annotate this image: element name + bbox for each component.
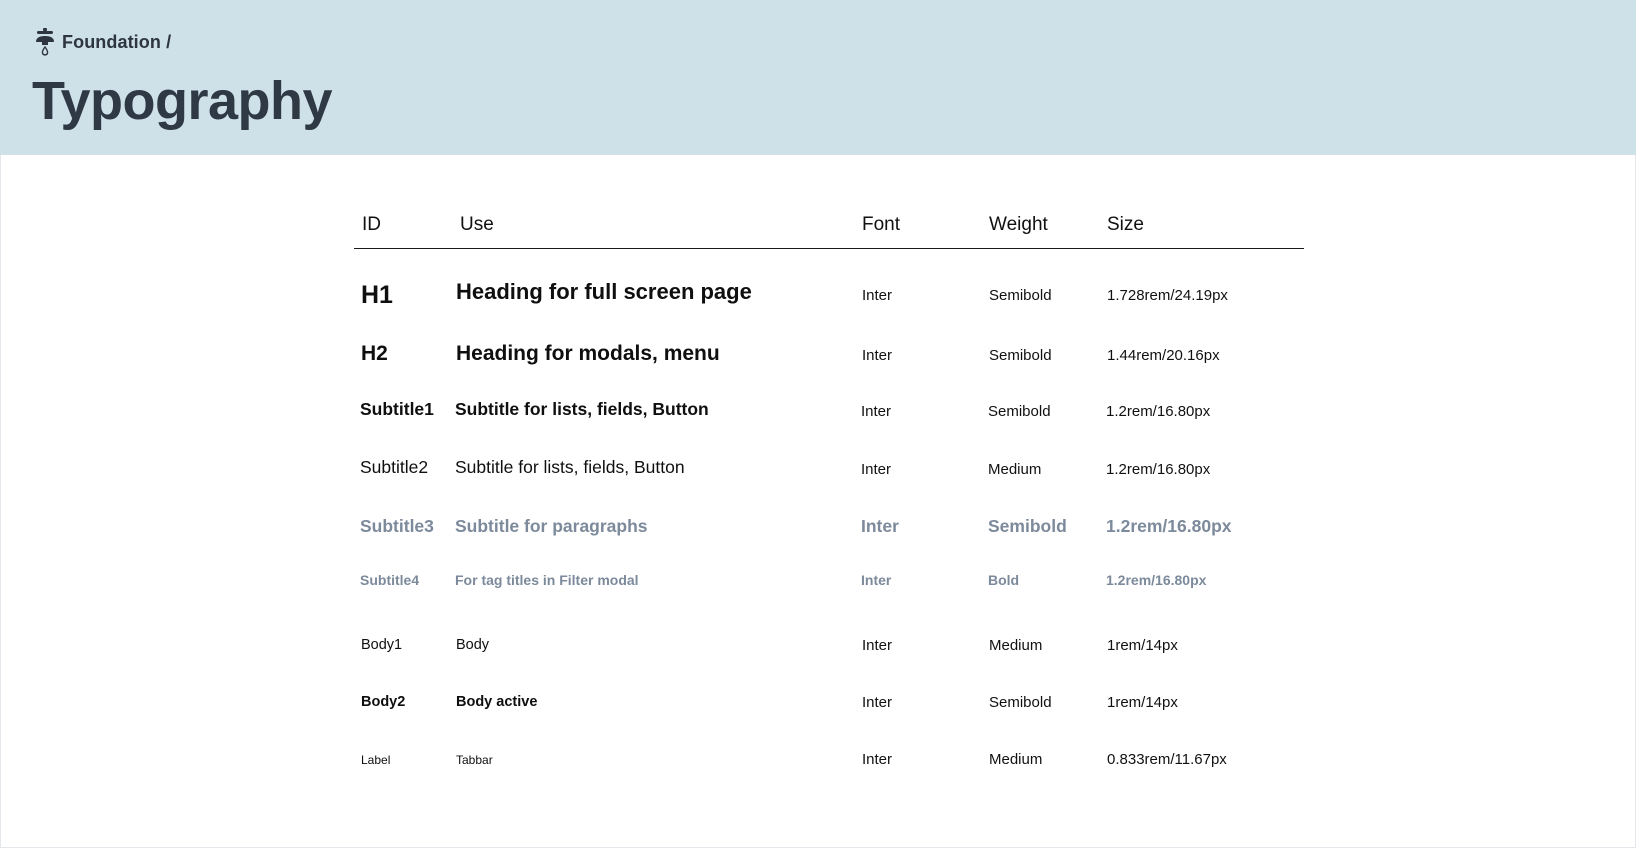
row-font: Inter — [861, 403, 892, 420]
row-weight: Semibold — [988, 516, 1067, 536]
row-weight: Semibold — [989, 347, 1052, 364]
row-size: 1.2rem/16.80px — [1106, 572, 1207, 588]
table-row: Subtitle3 Subtitle for paragraphs Inter … — [354, 516, 1304, 556]
table-row: Body2 Body active Inter Semibold 1rem/14… — [354, 694, 1304, 734]
row-id: Subtitle3 — [360, 516, 434, 536]
row-use: Tabbar — [456, 753, 493, 767]
row-id: H2 — [361, 342, 388, 365]
row-weight: Medium — [989, 751, 1043, 768]
row-weight: Semibold — [988, 403, 1051, 420]
row-weight: Medium — [989, 637, 1043, 654]
table-row: Subtitle4 For tag titles in Filter modal… — [354, 572, 1304, 612]
row-weight: Bold — [988, 572, 1020, 588]
table-row: Label Tabbar Inter Medium 0.833rem/11.67… — [354, 751, 1304, 791]
row-font: Inter — [862, 287, 893, 304]
row-font: Inter — [861, 461, 892, 478]
row-size: 1rem/14px — [1107, 694, 1178, 711]
page-header: Foundation / Typography — [0, 0, 1636, 155]
breadcrumb: Foundation / — [33, 28, 171, 56]
header-size: Size — [1107, 214, 1144, 235]
row-id: Subtitle4 — [360, 572, 420, 588]
row-id: H1 — [361, 281, 393, 309]
row-weight: Medium — [988, 461, 1042, 478]
row-font: Inter — [862, 347, 893, 364]
row-font: Inter — [862, 751, 893, 768]
table-row: Body1 Body Inter Medium 1rem/14px — [354, 637, 1304, 677]
row-use: Subtitle for lists, fields, Button — [455, 399, 709, 419]
row-size: 0.833rem/11.67px — [1107, 751, 1227, 768]
table-row: Subtitle1 Subtitle for lists, fields, Bu… — [354, 399, 1304, 439]
row-id: Subtitle2 — [360, 457, 429, 477]
row-font: Inter — [862, 694, 893, 711]
content-frame — [0, 155, 1636, 848]
header-weight: Weight — [989, 214, 1048, 235]
table-row: H2 Heading for modals, menu Inter Semibo… — [354, 342, 1304, 382]
row-use: For tag titles in Filter modal — [455, 572, 639, 588]
breadcrumb-foundation[interactable]: Foundation / — [62, 32, 171, 53]
row-size: 1rem/14px — [1107, 637, 1178, 654]
faucet-icon — [33, 28, 57, 56]
row-size: 1.2rem/16.80px — [1106, 403, 1211, 420]
row-id: Body1 — [361, 637, 403, 653]
header-font: Font — [862, 214, 901, 235]
typography-table: ID Use Font Weight Size H1 Heading for f… — [354, 208, 1304, 768]
row-id: Body2 — [361, 694, 406, 710]
row-weight: Semibold — [989, 287, 1052, 304]
row-size: 1.2rem/16.80px — [1106, 461, 1211, 478]
row-use: Body active — [456, 694, 538, 710]
row-font: Inter — [862, 637, 893, 654]
row-id: Label — [361, 753, 391, 767]
row-use: Subtitle for lists, fields, Button — [455, 457, 685, 477]
header-use: Use — [460, 214, 494, 235]
header-id: ID — [362, 214, 381, 235]
row-use: Body — [456, 637, 490, 653]
row-size: 1.2rem/16.80px — [1106, 516, 1232, 536]
row-weight: Semibold — [989, 694, 1052, 711]
table-row: H1 Heading for full screen page Inter Se… — [354, 279, 1304, 319]
row-font: Inter — [861, 572, 892, 588]
row-use: Heading for full screen page — [456, 279, 752, 304]
row-size: 1.44rem/20.16px — [1107, 347, 1220, 364]
table-header: ID Use Font Weight Size — [354, 208, 1304, 249]
table-row: Subtitle2 Subtitle for lists, fields, Bu… — [354, 457, 1304, 497]
row-font: Inter — [861, 516, 899, 536]
row-size: 1.728rem/24.19px — [1107, 287, 1228, 304]
page-title: Typography — [32, 71, 333, 131]
row-use: Heading for modals, menu — [456, 342, 720, 365]
row-use: Subtitle for paragraphs — [455, 516, 648, 536]
row-id: Subtitle1 — [360, 399, 434, 419]
